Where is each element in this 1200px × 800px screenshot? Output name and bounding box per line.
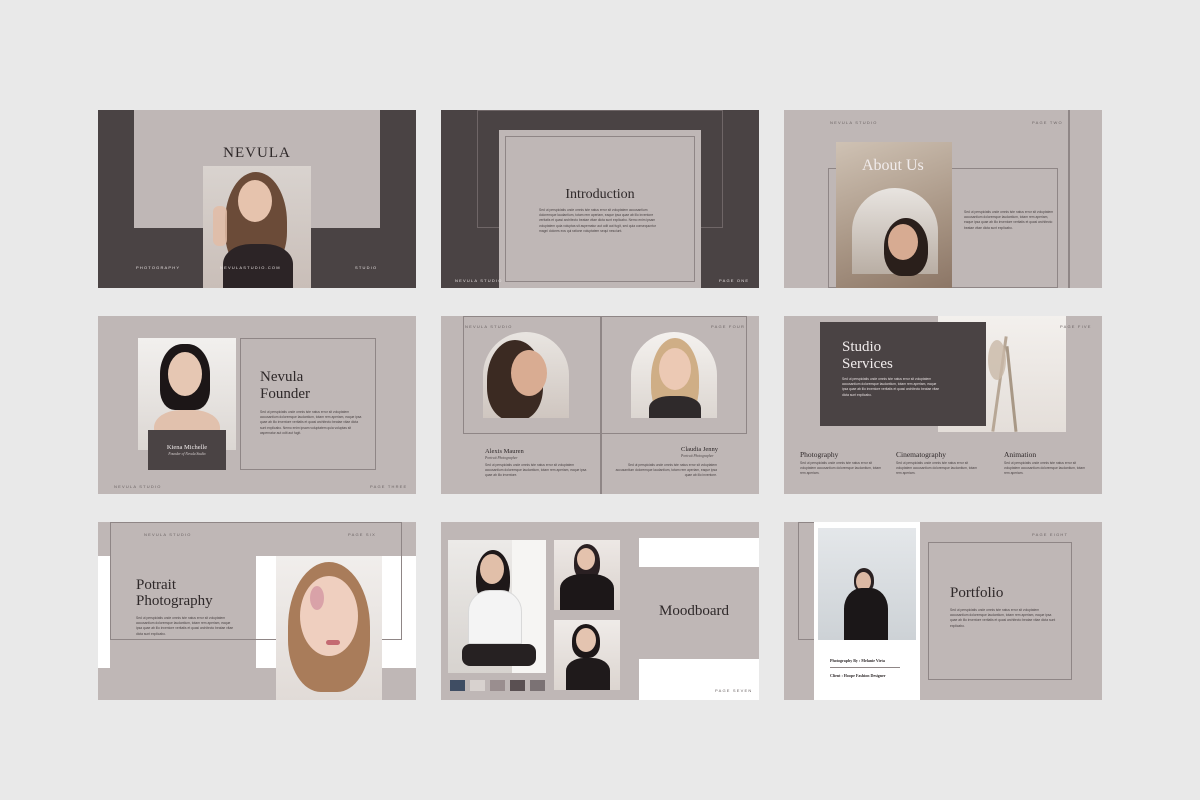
portrait-title-line1: Potrait: [136, 577, 176, 593]
portfolio-credit-1: Photography By : Melanie Virta: [830, 658, 885, 663]
slide-founder[interactable]: Kiena Michelle Founder of Nevula Studio …: [98, 316, 416, 494]
team-left-name: Alexis Mauren: [485, 448, 524, 455]
moodboard-swatch-2: [470, 680, 485, 691]
slide-team[interactable]: NEVULA STUDIO PAGE FOUR Alexis Mauren Po…: [441, 316, 759, 494]
slide-cover[interactable]: NEVULA PHOTOGRAPHY NEVULASTUDIO.COM STUD…: [98, 110, 416, 288]
intro-body: Sed ut perspiciatis unde omnis iste natu…: [539, 208, 656, 233]
about-title: About Us: [862, 157, 924, 174]
founder-title-line2: Founder: [260, 386, 310, 402]
portfolio-body: Sed ut perspiciatis unde omnis iste natu…: [950, 608, 1056, 628]
service-photography: Photography: [800, 450, 839, 459]
cover-title: NEVULA: [223, 145, 291, 161]
team-header-right: PAGE FOUR: [711, 324, 746, 329]
team-left-role: Portrait Photographer: [485, 456, 518, 460]
services-title-line2: Services: [842, 356, 893, 372]
founder-card-role: Founder of Nevula Studio: [168, 452, 206, 456]
slide-studio-services[interactable]: PAGE FIVE Studio Services Sed ut perspic…: [784, 316, 1102, 494]
founder-card-name: Kiena Michelle: [166, 444, 208, 451]
portrait-photo: [276, 556, 382, 700]
moodboard-footer-right: PAGE SEVEN: [715, 688, 753, 693]
about-header-left: NEVULA STUDIO: [830, 120, 878, 125]
portfolio-credit-2: Client : Hoope Fashion Designer: [830, 673, 886, 678]
portrait-title-line2: Photography: [136, 593, 213, 609]
moodboard-photo-bottom: [554, 620, 620, 690]
team-right-photo: [631, 332, 717, 418]
portfolio-title: Portfolio: [950, 585, 1004, 601]
founder-title-line1: Nevula: [260, 369, 304, 385]
service-cinematography-body: Sed ut perspiciatis unde omnis iste natu…: [896, 461, 978, 476]
portrait-body: Sed ut perspiciatis unde omnis iste natu…: [136, 616, 234, 636]
slide-introduction[interactable]: Introduction Sed ut perspiciatis unde om…: [441, 110, 759, 288]
team-right-role: Portrait Photographer: [681, 454, 714, 458]
slide-portfolio[interactable]: Photography By : Melanie Virta Client : …: [784, 522, 1102, 700]
founder-frame: [240, 338, 376, 470]
service-cinematography: Cinematography: [896, 450, 946, 459]
service-animation-body: Sed ut perspiciatis unde omnis iste natu…: [1004, 461, 1086, 476]
portfolio-credit-divider: [830, 667, 900, 668]
service-photography-body: Sed ut perspiciatis unde omnis iste natu…: [800, 461, 882, 476]
team-right-body: Sed ut perspiciatis unde omnis iste natu…: [615, 463, 717, 478]
moodboard-swatch-3: [490, 680, 505, 691]
team-left-body: Sed ut perspiciatis unde omnis iste natu…: [485, 463, 587, 478]
cover-left-label: PHOTOGRAPHY: [136, 265, 181, 270]
founder-body: Sed ut perspiciatis unde omnis iste natu…: [260, 410, 362, 435]
team-left-photo: [483, 332, 569, 418]
moodboard-title: Moodboard: [659, 603, 729, 619]
moodboard-top-band: [639, 522, 759, 538]
moodboard-photo-large: [448, 540, 546, 673]
moodboard-photo-top: [554, 540, 620, 610]
intro-title: Introduction: [565, 187, 635, 202]
cover-center-label: NEVULASTUDIO.COM: [220, 265, 281, 270]
service-animation: Animation: [1004, 450, 1037, 459]
portfolio-photo: [818, 528, 916, 640]
slide-portrait[interactable]: NEVULA STUDIO PAGE SIX Potrait Photograp…: [98, 522, 416, 700]
portrait-header-left: NEVULA STUDIO: [144, 532, 192, 537]
team-right-name: Claudia Jenny: [681, 446, 719, 453]
slide-moodboard[interactable]: Moodboard PAGE SEVEN: [441, 522, 759, 700]
portfolio-header-right: PAGE EIGHT: [1032, 532, 1069, 537]
intro-footer-left: NEVULA STUDIO: [455, 278, 503, 283]
founder-footer-left: NEVULA STUDIO: [114, 484, 162, 489]
about-body: Sed ut perspiciatis unde omnis iste natu…: [964, 210, 1054, 230]
slide-about-us[interactable]: NEVULA STUDIO PAGE TWO About Us Sed ut p…: [784, 110, 1102, 288]
founder-footer-right: PAGE THREE: [370, 484, 408, 489]
portrait-header-right: PAGE SIX: [348, 532, 376, 537]
about-frame-vertical: [1068, 110, 1070, 288]
intro-footer-right: PAGE ONE: [719, 278, 750, 283]
moodboard-swatch-4: [510, 680, 525, 691]
cover-right-label: STUDIO: [355, 265, 378, 270]
team-divider: [600, 316, 602, 494]
services-body: Sed ut perspiciatis unde omnis iste natu…: [842, 377, 940, 397]
services-header-right: PAGE FIVE: [1060, 324, 1092, 329]
moodboard-swatch-5: [530, 680, 545, 691]
services-title-line1: Studio: [842, 339, 882, 355]
team-header-left: NEVULA STUDIO: [465, 324, 513, 329]
moodboard-swatch-1: [450, 680, 465, 691]
about-header-right: PAGE TWO: [1032, 120, 1063, 125]
